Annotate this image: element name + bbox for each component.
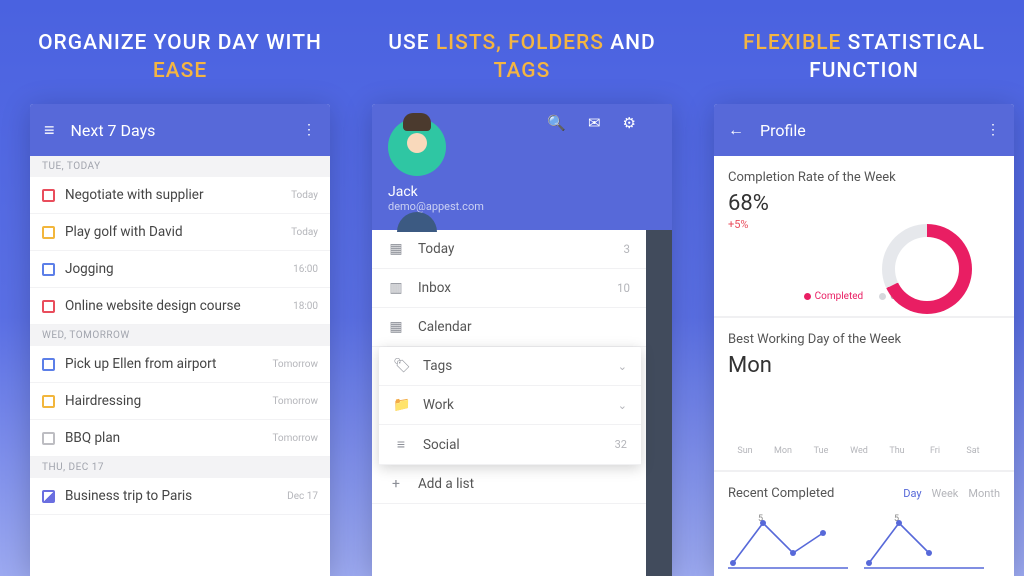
best-day-title: Best Working Day of the Week [728, 332, 1000, 347]
overflow-icon[interactable]: ⋮ [986, 122, 1000, 138]
chevron-down-icon: ⌄ [618, 399, 627, 412]
appbar-tasks: ≡ Next 7 Days ⋮ [30, 104, 330, 156]
chevron-down-icon: ⌄ [618, 360, 627, 373]
checkbox-icon[interactable] [42, 263, 55, 276]
headline-2: USE LISTS, FOLDERS AND TAGS [360, 10, 684, 104]
task-row[interactable]: HairdressingTomorrow [30, 383, 330, 420]
task-row[interactable]: Online website design course18:00 [30, 288, 330, 325]
promo-panel-3: FLEXIBLE STATISTICAL FUNCTION Profile ⋮ … [702, 10, 1024, 576]
completion-delta: +5% [728, 218, 1000, 231]
section-header: WED, TOMORROW [30, 325, 330, 346]
today-icon: ▦ [388, 241, 404, 257]
promo-panel-1: ORGANIZE YOUR DAY WITH EASE ≡ Next 7 Day… [18, 10, 342, 576]
drawer-add-list[interactable]: +Add a list [372, 465, 646, 504]
completion-value: 68% [728, 191, 1000, 216]
task-row[interactable]: Play golf with DavidToday [30, 214, 330, 251]
promo-panel-2: USE LISTS, FOLDERS AND TAGS ⋮ 🔍 ✉ ⚙ Jack… [360, 10, 684, 576]
drawer-item-calendar[interactable]: ▦Calendar [372, 308, 646, 347]
drawer-item-inbox[interactable]: ▥Inbox10 [372, 269, 646, 308]
task-row[interactable]: Pick up Ellen from airportTomorrow [30, 346, 330, 383]
task-row[interactable]: BBQ planTomorrow [30, 420, 330, 457]
tag-icon: 🏷 [393, 358, 409, 374]
task-row[interactable]: Business trip to ParisDec 17 [30, 478, 330, 515]
appbar-profile: Profile ⋮ [714, 104, 1014, 156]
checkbox-icon[interactable] [42, 432, 55, 445]
gear-icon[interactable]: ⚙ [623, 114, 636, 132]
drawer-expanded-group: 🏷Tags⌄ 📁Work⌄ ≡Social32 [379, 347, 641, 465]
tab-week[interactable]: Week [932, 487, 959, 500]
tab-day[interactable]: Day [903, 487, 921, 500]
search-icon[interactable]: 🔍 [547, 114, 566, 132]
avatar[interactable] [388, 118, 446, 176]
inbox-icon: ▥ [388, 280, 404, 296]
user-email: demo@appest.com [388, 200, 656, 213]
completion-donut-chart [882, 224, 972, 314]
checkbox-icon[interactable] [42, 395, 55, 408]
drawer-item-social[interactable]: ≡Social32 [379, 425, 641, 465]
recent-line-chart: 5 5 [728, 513, 1000, 573]
phone-screen-profile: Profile ⋮ Completion Rate of the Week 68… [714, 104, 1014, 576]
section-header: TUE, TODAY [30, 156, 330, 177]
checkbox-icon[interactable] [42, 189, 55, 202]
appbar-title: Next 7 Days [71, 121, 156, 140]
checkbox-icon[interactable] [42, 490, 55, 503]
list-icon: ≡ [393, 436, 409, 453]
back-icon[interactable] [728, 120, 744, 140]
drawer-header: 🔍 ✉ ⚙ Jack demo@appest.com [372, 104, 672, 230]
checkbox-icon[interactable] [42, 226, 55, 239]
plus-icon: + [388, 476, 404, 492]
completion-title: Completion Rate of the Week [728, 170, 1000, 185]
hamburger-icon[interactable]: ≡ [44, 120, 55, 141]
drawer-item-tags[interactable]: 🏷Tags⌄ [379, 347, 641, 386]
user-name: Jack [388, 184, 656, 200]
phone-screen-tasks: ≡ Next 7 Days ⋮ TUE, TODAY Negotiate wit… [30, 104, 330, 576]
task-row[interactable]: Jogging16:00 [30, 251, 330, 288]
checkbox-icon[interactable] [42, 358, 55, 371]
best-day-value: Mon [728, 353, 1000, 378]
checkbox-icon[interactable] [42, 300, 55, 313]
best-day-bar-chart: Sun Mon Tue Wed Thu Fri Sat [728, 386, 1000, 456]
appbar-title: Profile [760, 121, 806, 140]
tab-month[interactable]: Month [968, 487, 1000, 500]
mail-icon[interactable]: ✉ [588, 114, 601, 132]
overflow-icon[interactable]: ⋮ [302, 122, 316, 138]
calendar-icon: ▦ [388, 319, 404, 335]
period-tabs[interactable]: Day Week Month [903, 487, 1000, 500]
recent-title: Recent Completed [728, 486, 834, 501]
headline-1: ORGANIZE YOUR DAY WITH EASE [18, 10, 342, 104]
section-header: THU, DEC 17 [30, 457, 330, 478]
phone-screen-drawer: ⋮ 🔍 ✉ ⚙ Jack demo@appest.com ▦Today3 ▥In… [372, 104, 672, 576]
folder-icon: 📁 [393, 397, 409, 413]
drawer-item-today[interactable]: ▦Today3 [372, 230, 646, 269]
task-row[interactable]: Negotiate with supplierToday [30, 177, 330, 214]
headline-3: FLEXIBLE STATISTICAL FUNCTION [702, 10, 1024, 104]
drawer-item-work[interactable]: 📁Work⌄ [379, 386, 641, 425]
